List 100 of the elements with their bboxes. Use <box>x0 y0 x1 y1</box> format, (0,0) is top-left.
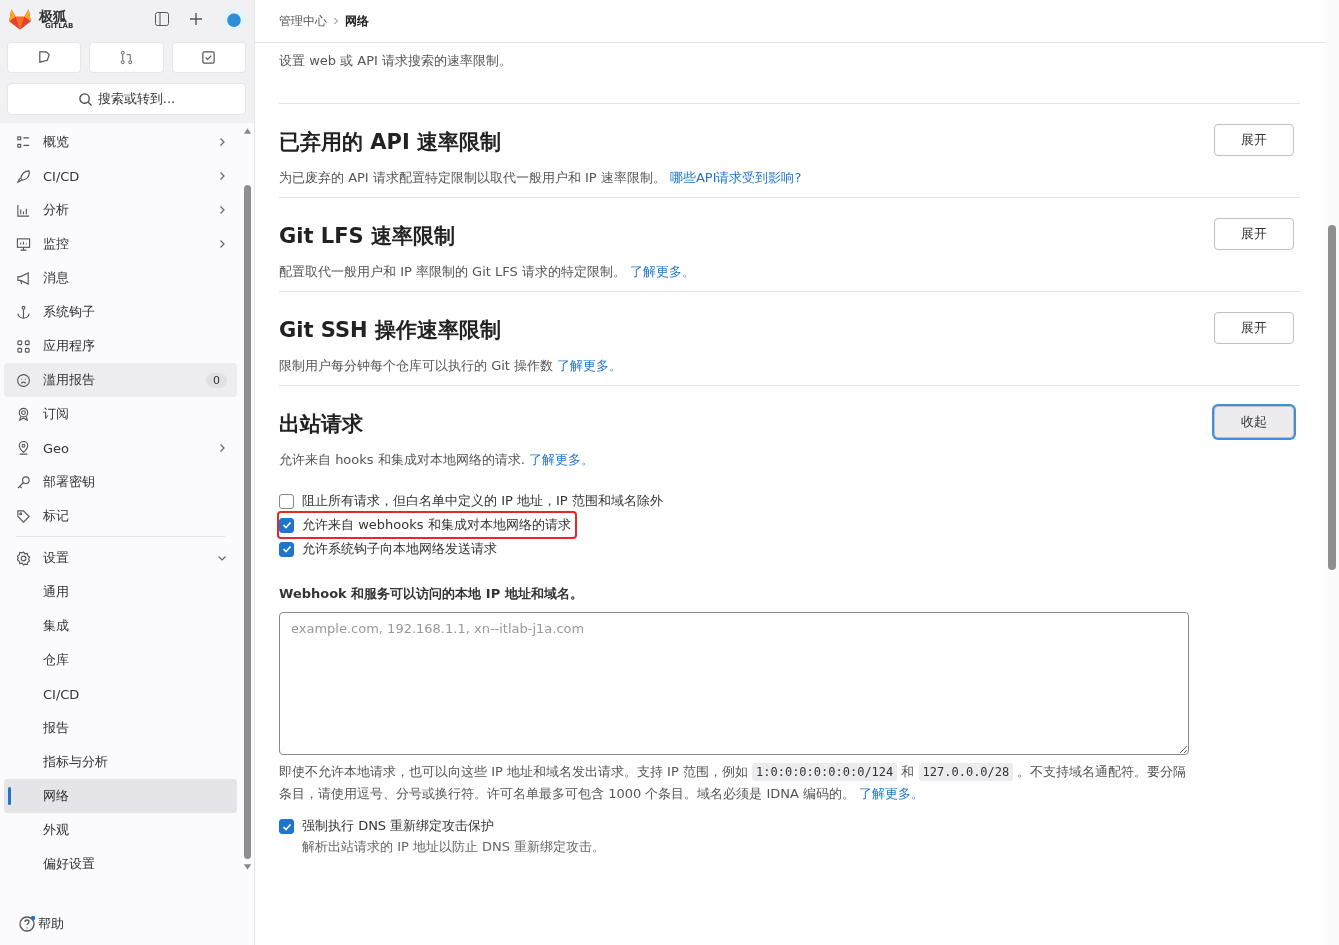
todo-button[interactable] <box>171 42 246 73</box>
sidebar-item-label: 监控 <box>43 235 70 253</box>
list-icon <box>16 134 31 150</box>
sidebar-item[interactable]: 应用程序 <box>4 329 237 363</box>
allowlist-field[interactable]: example.com, 192.168.1.1, xn--itlab-j1a.com <box>279 612 1189 755</box>
sidebar-item-label: 系统钩子 <box>43 303 96 321</box>
sidebar-item[interactable]: 指标与分析 <box>4 745 237 779</box>
sidebar-item-label: 网络 <box>43 787 70 805</box>
sidebar-item[interactable]: 网络 <box>4 779 237 813</box>
pin-icon <box>16 440 31 456</box>
chevron-right-icon <box>331 16 341 26</box>
sidebar-item[interactable]: 标记 <box>4 499 237 533</box>
sidebar-item[interactable]: 滥用报告 0 <box>4 363 237 397</box>
sidebar-item[interactable]: Geo <box>4 431 237 465</box>
checkbox[interactable] <box>279 819 294 834</box>
breadcrumb-link[interactable]: 网络 <box>345 12 369 30</box>
checkbox[interactable] <box>279 517 294 533</box>
sidebar-item[interactable]: CI/CD <box>4 677 237 711</box>
expand-button[interactable]: 收起 <box>1214 406 1294 438</box>
intro-text: 设置 web 或 API 请求搜索的速率限制。 <box>279 52 513 70</box>
sidebar-item-label: 滥用报告 <box>43 371 96 389</box>
megaphone-icon <box>16 270 31 286</box>
fox-logo-icon[interactable] <box>7 7 33 31</box>
checkbox[interactable] <box>279 493 294 509</box>
checkmark-icon <box>280 519 293 531</box>
badge-icon <box>16 406 31 422</box>
search-field[interactable]: 搜索或转到... <box>7 83 246 115</box>
scroll-up-icon[interactable] <box>243 127 252 135</box>
sidebar-item[interactable]: 报告 <box>4 711 237 745</box>
sidebar-toggle-icon[interactable] <box>154 11 170 27</box>
count-badge: 0 <box>206 372 227 388</box>
page-scrollbar[interactable] <box>1325 0 1339 945</box>
learn-more-link[interactable]: 了解更多。 <box>557 358 623 373</box>
plus-icon[interactable] <box>188 11 204 27</box>
scroll-down-icon[interactable] <box>243 863 252 871</box>
document-icon <box>36 50 52 65</box>
section-title: 出站请求 <box>279 411 364 438</box>
sidebar-item-label: 设置 <box>43 549 70 567</box>
sidebar-item-label: 指标与分析 <box>43 753 109 771</box>
help-text: 即使不允许本地请求，也可以向这些 IP 地址和域名发出请求。支持 IP 范围，例如 1:0:0:0:0:0:0:0/124 和 127.0.0.0/28 。不支持域名通配符。要分隔条目，请使用逗号、分号或换行符。许可名单最多可包含 1000 个条目。域名必须是 IDNA 编码的。 了解更多。 <box>279 762 1188 803</box>
expand-button[interactable]: 展开 <box>1214 124 1294 156</box>
brand-name: 极狐 <box>39 8 67 23</box>
learn-more-link[interactable]: 了解更多。 <box>630 264 695 279</box>
checkmark-icon <box>280 543 293 555</box>
sidebar-item-label: CI/CD <box>43 168 81 184</box>
sidebar-item-label: 外观 <box>43 821 70 839</box>
sidebar-item[interactable]: 概览 <box>4 125 237 159</box>
chart-icon <box>16 202 31 218</box>
checkbox-label: 允许来自 webhooks 和集成对本地网络的请求 <box>302 516 571 534</box>
gear-icon <box>16 550 31 566</box>
sidebar-item[interactable]: 偏好设置 <box>4 847 237 881</box>
sidebar-item-label: Geo <box>43 440 71 456</box>
sidebar-item[interactable]: 监控 <box>4 227 237 261</box>
expand-button[interactable]: 展开 <box>1214 218 1294 250</box>
avatar[interactable] <box>222 7 246 31</box>
face-icon <box>16 372 31 388</box>
sidebar-item-label: CI/CD <box>43 686 81 702</box>
sidebar-item[interactable]: 消息 <box>4 261 237 295</box>
checkbox[interactable] <box>279 541 294 557</box>
checkbox-description: 解析出站请求的 IP 地址以防止 DNS 重新绑定攻击。 <box>302 838 606 856</box>
anchor-icon <box>16 304 31 320</box>
sidebar-item-label: 偏好设置 <box>43 855 96 873</box>
sidebar-item[interactable]: 外观 <box>4 813 237 847</box>
learn-more-link[interactable]: 了解更多。 <box>529 452 594 467</box>
breadcrumb-link[interactable]: 管理中心 <box>279 12 327 30</box>
sidebar-item-label: 应用程序 <box>43 337 96 355</box>
sidebar-item[interactable]: CI/CD <box>4 159 237 193</box>
sidebar-item-label: 仓库 <box>43 651 70 669</box>
section-description: 配置取代一般用户和 IP 率限制的 Git LFS 请求的特定限制。 了解更多。 <box>279 263 695 281</box>
sidebar-item-label: 部署密钥 <box>43 473 96 491</box>
search-icon <box>77 91 93 107</box>
sidebar-item[interactable]: 分析 <box>4 193 237 227</box>
sidebar-item-label: 集成 <box>43 617 70 635</box>
learn-more-link[interactable]: 哪些API请求受到影响? <box>669 170 802 185</box>
help-link[interactable]: 帮助 <box>0 903 254 945</box>
learn-more-link[interactable]: 了解更多。 <box>859 786 925 801</box>
question-mark-icon <box>18 915 36 933</box>
sidebar-item-label: 标记 <box>43 507 70 525</box>
expand-button[interactable]: 展开 <box>1214 312 1294 344</box>
section-title: Git SSH 操作速率限制 <box>279 317 502 344</box>
sidebar-item[interactable]: 系统钩子 <box>4 295 237 329</box>
sidebar-item[interactable]: 设置 <box>4 541 237 575</box>
checkbox-label: 强制执行 DNS 重新绑定攻击保护 <box>302 817 496 835</box>
checkbox-icon <box>201 50 217 65</box>
sidebar-item[interactable]: 通用 <box>4 575 237 609</box>
section-description: 为已废弃的 API 请求配置特定限制以取代一般用户和 IP 速率限制。 哪些API请求受到影响? <box>279 169 802 187</box>
sidebar-item-label: 概览 <box>43 133 70 151</box>
section-title: Git LFS 速率限制 <box>279 223 456 250</box>
sidebar-item[interactable]: 订阅 <box>4 397 237 431</box>
sidebar-item[interactable]: 集成 <box>4 609 237 643</box>
sidebar-item[interactable]: 仓库 <box>4 643 237 677</box>
sidebar-item[interactable]: 部署密钥 <box>4 465 237 499</box>
issues-button[interactable] <box>7 42 82 73</box>
sidebar-item-label: 分析 <box>43 201 70 219</box>
key-icon <box>16 474 31 490</box>
sidebar-item-label: 报告 <box>43 719 70 737</box>
merge-request-icon <box>119 50 134 65</box>
section-description: 限制用户每分钟每个仓库可以执行的 Git 操作数 了解更多。 <box>279 357 623 375</box>
tag-icon <box>16 508 31 524</box>
monitor-icon <box>16 236 31 252</box>
